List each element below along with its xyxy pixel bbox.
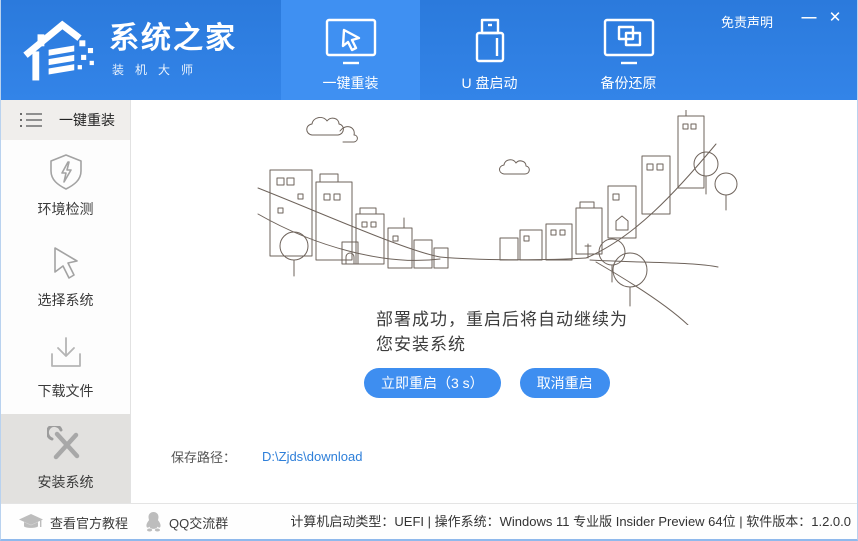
tab-onekey-reinstall[interactable]: 一键重装 bbox=[281, 0, 420, 100]
brand-title: 系统之家 bbox=[109, 22, 237, 55]
deployment-message: 部署成功，重启后将自动继续为 您安装系统 bbox=[376, 308, 628, 357]
tab-backup-restore[interactable]: 备份还原 bbox=[559, 0, 698, 100]
app-window: 系统之家 装机大师 一键重装 bbox=[0, 0, 858, 541]
restart-now-button[interactable]: 立即重启（3 s） bbox=[364, 368, 501, 398]
message-line-1: 部署成功，重启后将自动继续为 bbox=[376, 308, 628, 333]
menu-list-icon bbox=[19, 111, 43, 130]
sidebar-item-onekey-reinstall[interactable]: 一键重装 bbox=[1, 100, 130, 140]
sidebar-item-download-files[interactable]: 下载文件 bbox=[1, 323, 130, 414]
app-header: 系统之家 装机大师 一键重装 bbox=[1, 0, 857, 100]
sidebar-item-label: 选择系统 bbox=[38, 290, 94, 310]
graduation-cap-icon bbox=[19, 514, 43, 531]
brand-subtitle: 装机大师 bbox=[109, 61, 237, 78]
sidebar-item-install-system[interactable]: 安装系统 bbox=[1, 414, 130, 505]
qq-penguin-icon bbox=[145, 512, 162, 532]
save-path-link[interactable]: D:\Zjds\download bbox=[262, 449, 362, 464]
backup-restore-icon bbox=[601, 17, 657, 67]
brand-text: 系统之家 装机大师 bbox=[109, 22, 237, 78]
brand-logo-icon bbox=[23, 12, 105, 84]
disclaimer-link[interactable]: 免责声明 bbox=[721, 12, 773, 31]
sidebar-item-select-system[interactable]: 选择系统 bbox=[1, 231, 130, 322]
sidebar: 一键重装 环境检测 选择系统 bbox=[1, 100, 131, 505]
qq-group-link[interactable]: QQ交流群 bbox=[145, 504, 228, 540]
tab-label: 一键重装 bbox=[323, 73, 379, 93]
save-path-label: 保存路径： bbox=[171, 447, 236, 466]
brand: 系统之家 装机大师 bbox=[23, 12, 237, 84]
tab-usb-boot[interactable]: U 盘启动 bbox=[420, 0, 559, 100]
sidebar-item-label: 安装系统 bbox=[38, 472, 94, 492]
sidebar-item-label: 下载文件 bbox=[38, 381, 94, 401]
tutorial-link[interactable]: 查看官方教程 bbox=[19, 504, 128, 540]
sidebar-item-env-check[interactable]: 环境检测 bbox=[1, 140, 130, 231]
cursor-arrow-icon bbox=[47, 244, 85, 282]
shield-bolt-icon bbox=[47, 153, 85, 191]
cancel-restart-button[interactable]: 取消重启 bbox=[520, 368, 610, 398]
tab-label: U 盘启动 bbox=[462, 73, 518, 93]
minimize-button[interactable]: — bbox=[797, 6, 821, 30]
close-button[interactable]: ✕ bbox=[823, 6, 847, 30]
header-tabs: 一键重装 U 盘启动 bbox=[281, 0, 698, 100]
qq-group-label: QQ交流群 bbox=[169, 513, 228, 532]
download-icon bbox=[47, 335, 85, 373]
sidebar-item-label: 环境检测 bbox=[38, 199, 94, 219]
sidebar-item-label: 一键重装 bbox=[59, 110, 115, 130]
message-line-2: 您安装系统 bbox=[376, 333, 628, 358]
tab-label: 备份还原 bbox=[601, 73, 657, 93]
restart-actions: 立即重启（3 s） 取消重启 bbox=[364, 368, 610, 398]
tutorial-label: 查看官方教程 bbox=[50, 513, 128, 532]
usb-drive-icon bbox=[462, 17, 518, 67]
city-illustration bbox=[254, 110, 749, 325]
monitor-cursor-icon bbox=[323, 17, 379, 67]
tools-icon bbox=[47, 426, 85, 464]
main-content: 部署成功，重启后将自动继续为 您安装系统 立即重启（3 s） 取消重启 保存路径… bbox=[132, 100, 857, 503]
status-bar: 查看官方教程 QQ交流群 计算机启动类型：UEFI | 操作系统：Windows… bbox=[1, 503, 857, 539]
system-status-text: 计算机启动类型：UEFI | 操作系统：Windows 11 专业版 Insid… bbox=[290, 504, 851, 540]
save-path-row: 保存路径： D:\Zjds\download bbox=[171, 447, 362, 466]
